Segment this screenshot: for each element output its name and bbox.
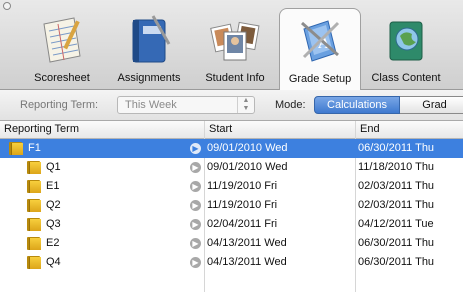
row-arrow-icon[interactable]: ▶ — [190, 238, 201, 249]
reporting-term-select[interactable]: This Week ▲ ▼ — [117, 96, 255, 114]
tab-class-content[interactable]: Class Content — [364, 8, 448, 90]
table-row[interactable]: Q4 ▶ 04/13/2011 Wed 06/30/2011 Thu — [0, 253, 463, 272]
scoresheet-icon — [43, 17, 81, 63]
mode-grade-button[interactable]: Grad — [400, 96, 463, 114]
row-arrow-icon[interactable]: ▶ — [190, 257, 201, 268]
table-header: Reporting Term Start End — [0, 121, 463, 139]
column-header-start[interactable]: Start — [204, 121, 355, 138]
folder-icon — [27, 161, 41, 174]
start-date: 04/13/2011 Wed — [207, 237, 287, 249]
term-name: F1 — [28, 142, 41, 154]
tab-assignments[interactable]: Assignments — [108, 8, 190, 90]
start-date: 11/19/2010 Fri — [207, 180, 278, 192]
row-arrow-icon[interactable]: ▶ — [190, 143, 201, 154]
mode-calculations-button[interactable]: Calculations — [314, 96, 400, 114]
filter-bar: Reporting Term: This Week ▲ ▼ Mode: Calcu… — [0, 90, 463, 121]
window-button[interactable] — [3, 2, 11, 10]
tab-student-info-label: Student Info — [205, 72, 265, 84]
folder-icon — [27, 218, 41, 231]
start-date: 11/19/2010 Fri — [207, 199, 278, 211]
reporting-term-label: Reporting Term: — [20, 99, 99, 111]
start-date: 09/01/2010 Wed — [207, 142, 288, 154]
row-arrow-icon[interactable]: ▶ — [190, 162, 201, 173]
mode-label: Mode: — [275, 99, 306, 111]
start-date: 04/13/2011 Wed — [207, 256, 287, 268]
grade-setup-icon: A — [301, 20, 340, 62]
folder-icon — [9, 142, 23, 155]
class-content-icon — [389, 21, 423, 61]
end-date: 11/18/2010 Thu — [358, 161, 435, 173]
end-date: 06/30/2011 Thu — [358, 256, 435, 268]
term-name: Q2 — [46, 199, 61, 211]
folder-icon — [27, 180, 41, 193]
stepper-arrows-icon: ▲ ▼ — [237, 97, 254, 113]
column-header-end[interactable]: End — [355, 121, 463, 138]
term-name: Q3 — [46, 218, 61, 230]
row-arrow-icon[interactable]: ▶ — [190, 219, 201, 230]
term-name: Q1 — [46, 161, 61, 173]
folder-icon — [27, 256, 41, 269]
assignments-notebook-icon — [132, 15, 171, 63]
table-row[interactable]: Q3 ▶ 02/04/2011 Fri 04/12/2011 Tue — [0, 215, 463, 234]
row-arrow-icon[interactable]: ▶ — [190, 200, 201, 211]
table-row[interactable]: E1 ▶ 11/19/2010 Fri 02/03/2011 Thu — [0, 177, 463, 196]
start-date: 09/01/2010 Wed — [207, 161, 288, 173]
toolbar: Scoresheet Assignments Student Info A — [0, 0, 463, 90]
end-date: 04/12/2011 Tue — [358, 218, 434, 230]
end-date: 02/03/2011 Thu — [358, 199, 435, 211]
tab-class-content-label: Class Content — [371, 72, 441, 84]
folder-icon — [27, 199, 41, 212]
end-date: 02/03/2011 Thu — [358, 180, 435, 192]
tab-grade-setup-label: Grade Setup — [288, 73, 352, 85]
end-date: 06/30/2011 Thu — [358, 142, 435, 154]
start-date: 02/04/2011 Fri — [207, 218, 278, 230]
student-photos-icon — [210, 21, 260, 61]
table-row[interactable]: Q1 ▶ 09/01/2010 Wed 11/18/2010 Thu — [0, 158, 463, 177]
column-header-reporting-term[interactable]: Reporting Term — [0, 121, 204, 138]
reporting-term-value: This Week — [125, 99, 177, 111]
table-row[interactable]: E2 ▶ 04/13/2011 Wed 06/30/2011 Thu — [0, 234, 463, 253]
tab-student-info[interactable]: Student Info — [196, 8, 274, 90]
term-name: E2 — [46, 237, 60, 249]
end-date: 06/30/2011 Thu — [358, 237, 435, 249]
table-body: F1 ▶ 09/01/2010 Wed 06/30/2011 Thu Q1 ▶ … — [0, 139, 463, 292]
tab-scoresheet-label: Scoresheet — [34, 72, 90, 84]
tab-grade-setup[interactable]: A Grade Setup — [279, 8, 361, 90]
term-name: E1 — [46, 180, 60, 192]
table-row[interactable]: Q2 ▶ 11/19/2010 Fri 02/03/2011 Thu — [0, 196, 463, 215]
table-row[interactable]: F1 ▶ 09/01/2010 Wed 06/30/2011 Thu — [0, 139, 463, 158]
tab-scoresheet[interactable]: Scoresheet — [22, 8, 102, 90]
term-name: Q4 — [46, 256, 61, 268]
tab-assignments-label: Assignments — [117, 72, 181, 84]
folder-icon — [27, 237, 41, 250]
row-arrow-icon[interactable]: ▶ — [190, 181, 201, 192]
